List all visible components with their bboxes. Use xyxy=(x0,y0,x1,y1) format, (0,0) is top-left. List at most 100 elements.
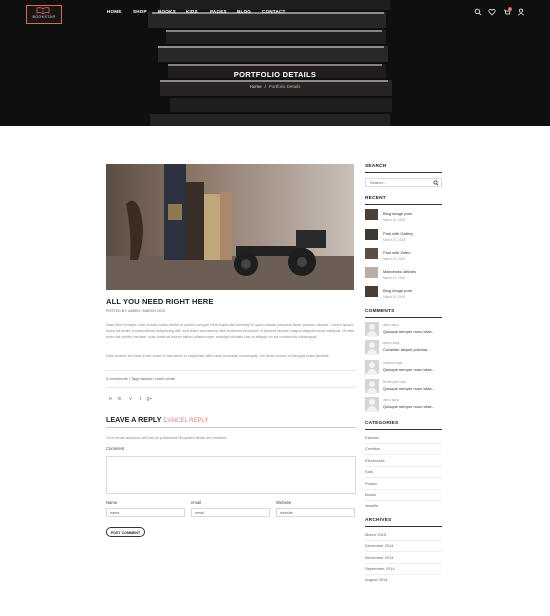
divider xyxy=(365,454,442,455)
category-item[interactable]: Jewelle xyxy=(365,503,378,508)
comment-author: Hastech says: xyxy=(383,361,404,365)
linkedin-icon[interactable]: in xyxy=(116,396,123,403)
page-title: PORTFOLIO DETAILS xyxy=(233,70,317,79)
recent-heading: RECENT xyxy=(365,196,386,201)
comment-author: admin says: xyxy=(383,341,401,345)
comment-excerpt[interactable]: Quisque semper nunc vitae... xyxy=(383,367,435,372)
heading-rule xyxy=(365,172,442,173)
nav-books[interactable]: BOOKS xyxy=(158,9,176,14)
avatar xyxy=(365,360,379,375)
recent-post-title[interactable]: Maecenas ultricies xyxy=(383,269,416,274)
hero-banner xyxy=(0,0,550,126)
comment-excerpt[interactable]: Quisque semper nunc vitae... xyxy=(383,386,435,391)
divider xyxy=(106,370,356,371)
rss-icon[interactable]: ʀ xyxy=(107,396,114,403)
avatar xyxy=(365,340,379,355)
avatar xyxy=(365,379,379,394)
recent-thumb[interactable] xyxy=(365,286,378,297)
tumblr-icon[interactable]: t xyxy=(137,396,144,403)
website-label: Website xyxy=(276,500,292,505)
nav-blog[interactable]: BLOG xyxy=(237,9,251,14)
breadcrumb-separator: / xyxy=(264,84,266,89)
heading-rule xyxy=(365,429,442,430)
recent-thumb[interactable] xyxy=(365,248,378,259)
comment-author: Bootexpert says: xyxy=(383,380,407,384)
search-icon[interactable] xyxy=(474,8,482,16)
comment-excerpt[interactable]: Quisque semper nunc vitae... xyxy=(383,329,435,334)
archive-item[interactable]: August 2014 xyxy=(365,577,387,582)
reply-title: LEAVE A REPLY xyxy=(106,415,162,424)
archive-item[interactable]: November 2014 xyxy=(365,555,393,560)
comment-label: Comment xyxy=(106,446,125,451)
name-label: Name xyxy=(106,500,118,505)
recent-post-title[interactable]: Post with Gallery xyxy=(383,231,413,236)
logo[interactable]: BOOKSTAR xyxy=(26,5,62,24)
post-paragraph-1: Nam liber tempor cum soluta nobis eleife… xyxy=(106,322,354,340)
hero-overlay xyxy=(0,0,550,126)
category-item[interactable]: Kids xyxy=(365,469,373,474)
archive-item[interactable]: March 2015 xyxy=(365,532,386,537)
breadcrumb-current: Portfolio Details xyxy=(268,84,301,89)
recent-thumb[interactable] xyxy=(365,229,378,240)
post-paragraph-2: Duis autem vel eum iriure dolor in hendr… xyxy=(106,353,330,358)
post-meta: POSTED BY: ADMIN / MARCH 2015 xyxy=(106,309,165,313)
recent-post-title[interactable]: Blog image post xyxy=(383,288,412,293)
recent-thumb[interactable] xyxy=(365,209,378,220)
reply-note: Your email address will not be published… xyxy=(106,435,227,440)
comment-excerpt[interactable]: Curabitur aliquet pulvinar... xyxy=(383,347,431,352)
recent-post-date: March 10, 2015 xyxy=(383,218,406,222)
nav-contact[interactable]: CONTACT xyxy=(262,9,286,14)
cart-count-badge: 0 xyxy=(508,7,512,11)
post-tags[interactable]: 3 comments / Tags:fashion t-shirt white xyxy=(106,376,175,381)
divider xyxy=(365,489,442,490)
divider xyxy=(365,551,442,552)
cancel-reply-link[interactable]: CANCEL REPLY xyxy=(163,418,208,424)
comment-textarea[interactable] xyxy=(106,456,356,494)
nav-shop[interactable]: SHOP xyxy=(133,9,147,14)
nav-home[interactable]: HOME xyxy=(107,9,122,14)
search-icon[interactable] xyxy=(433,180,439,186)
search-heading: SEARCH xyxy=(365,164,387,169)
heart-icon[interactable] xyxy=(488,8,496,16)
comments-heading: COMMENTS xyxy=(365,309,395,314)
heading-rule xyxy=(365,317,442,318)
email-field[interactable]: email xyxy=(191,508,270,517)
category-item[interactable]: Books xyxy=(365,492,376,497)
divider xyxy=(106,427,356,428)
vimeo-icon[interactable]: v xyxy=(127,396,134,403)
recent-post-date: March 10, 2015 xyxy=(383,238,406,242)
archives-heading: ARCHIVES xyxy=(365,518,392,523)
logo-text: BOOKSTAR xyxy=(32,15,56,19)
google-plus-icon[interactable]: g+ xyxy=(146,396,153,403)
search-input[interactable]: Search... xyxy=(365,178,442,187)
archive-item[interactable]: December 2014 xyxy=(365,543,393,548)
nav-kids[interactable]: KIDS xyxy=(186,9,198,14)
divider xyxy=(365,574,442,575)
comment-excerpt[interactable]: Quisque semper nunc vitae... xyxy=(383,404,435,409)
divider xyxy=(106,387,356,388)
post-comment-button[interactable]: POST COMMENT xyxy=(106,527,145,537)
divider xyxy=(365,477,442,478)
heading-rule xyxy=(365,204,442,205)
category-item[interactable]: Creative xyxy=(365,446,380,451)
recent-post-title[interactable]: Post with Video xyxy=(383,250,411,255)
user-icon[interactable] xyxy=(517,8,525,16)
category-item[interactable]: Electronics xyxy=(365,458,385,463)
avatar xyxy=(365,397,379,412)
recent-post-title[interactable]: Blog image post xyxy=(383,211,412,216)
archive-item[interactable]: September 2014 xyxy=(365,566,395,571)
divider xyxy=(365,466,442,467)
comment-author: demo says: xyxy=(383,398,400,402)
divider xyxy=(365,540,442,541)
email-label: email xyxy=(191,500,202,505)
post-title: ALL YOU NEED RIGHT HERE xyxy=(106,297,214,306)
recent-post-date: March 10, 2015 xyxy=(383,257,406,261)
recent-thumb[interactable] xyxy=(365,267,378,278)
website-field[interactable]: website xyxy=(276,508,355,517)
breadcrumb-home[interactable]: Home xyxy=(250,84,262,89)
category-item[interactable]: Fashion xyxy=(365,435,379,440)
heading-rule xyxy=(365,526,442,527)
nav-pages[interactable]: PAGES xyxy=(210,9,227,14)
category-item[interactable]: Flower xyxy=(365,481,377,486)
name-field[interactable]: name xyxy=(106,508,185,517)
